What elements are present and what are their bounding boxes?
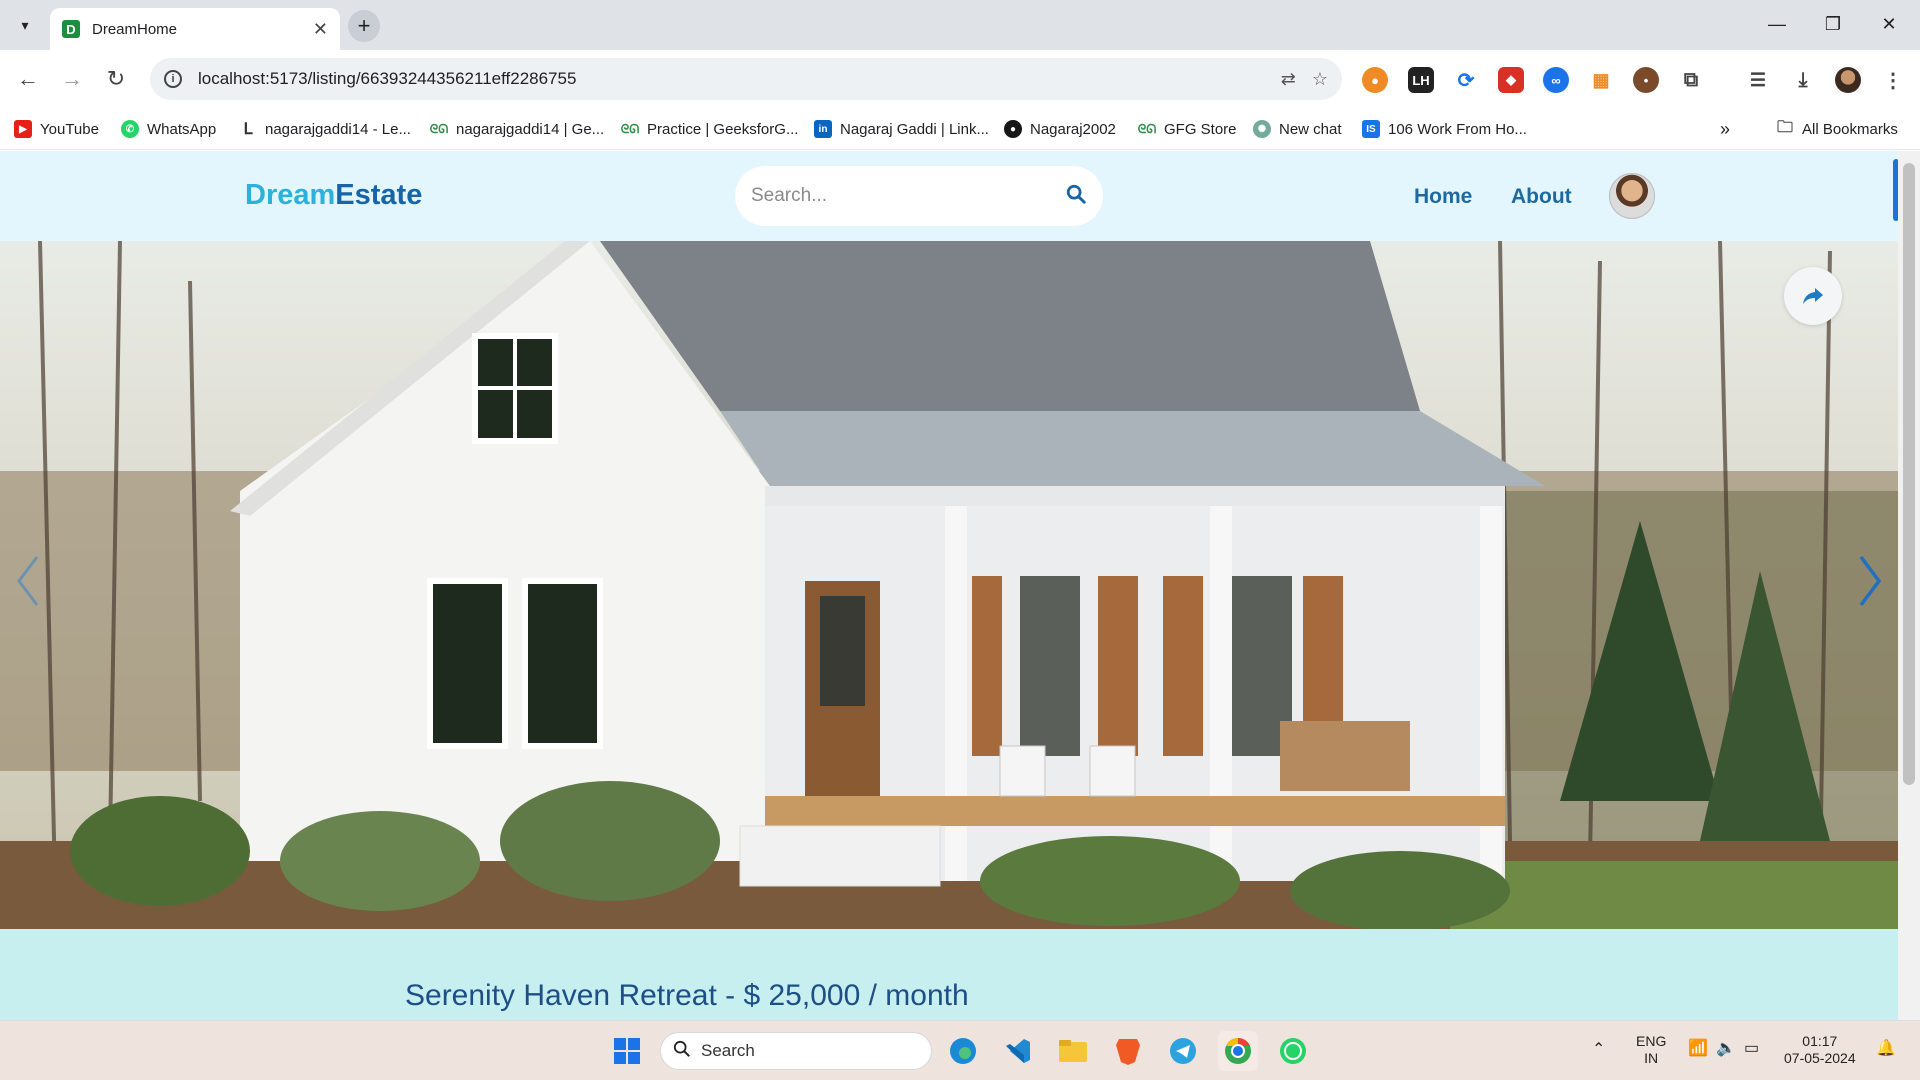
chevron-left-icon — [17, 556, 39, 606]
linkedin-icon: in — [814, 120, 832, 138]
nav-about-link[interactable]: About — [1511, 185, 1572, 209]
reading-list-icon[interactable]: ☰ — [1745, 67, 1771, 93]
scrollbar-thumb[interactable] — [1903, 163, 1915, 785]
bookmark-gfg-store[interactable]: ᘓᘏ GFG Store — [1138, 118, 1237, 140]
gfg-icon: ᘓᘏ — [429, 121, 449, 136]
close-tab-icon[interactable]: ✕ — [313, 19, 328, 40]
more-bookmarks-chevron-icon[interactable]: » — [1720, 118, 1730, 140]
whatsapp-icon: ✆ — [121, 120, 139, 138]
taskbar-search-label: Search — [701, 1041, 755, 1060]
tab-strip: ▾ D DreamHome ✕ + — ❐ ✕ — [0, 0, 1920, 50]
bookmark-new-chat[interactable]: ✺ New chat — [1253, 118, 1342, 140]
github-icon: ● — [1004, 120, 1022, 138]
url-text: localhost:5173/listing/66393244356211eff… — [198, 69, 577, 88]
leetcode-icon: ᒪ — [243, 121, 253, 138]
tab-search-chevron-icon[interactable]: ▾ — [12, 12, 38, 38]
chatgpt-icon: ✺ — [1253, 120, 1271, 138]
browser-toolbar: ← → ↻ i localhost:5173/listing/663932443… — [0, 50, 1920, 108]
file-explorer-icon[interactable] — [1053, 1031, 1093, 1071]
tab-dreamhome[interactable]: D DreamHome ✕ — [50, 8, 340, 50]
bookmark-leetcode[interactable]: ᒪ nagarajgaddi14 - Le... — [239, 118, 411, 140]
minimize-icon[interactable]: — — [1754, 8, 1800, 40]
volume-icon[interactable]: 🔈 — [1716, 1040, 1736, 1057]
search-input[interactable] — [751, 185, 1065, 207]
profile-avatar-icon[interactable] — [1835, 67, 1861, 93]
gfg-icon: ᘓᘏ — [1137, 121, 1157, 136]
telegram-icon[interactable] — [1163, 1031, 1203, 1071]
vscode-icon[interactable] — [998, 1031, 1038, 1071]
extension-red-icon[interactable]: ◆ — [1498, 67, 1524, 93]
folder-icon: 🗀 — [1776, 118, 1793, 136]
battery-icon[interactable]: ▭ — [1744, 1040, 1759, 1057]
search-icon — [673, 1040, 691, 1063]
nav-home-link[interactable]: Home — [1414, 185, 1472, 209]
edge-browser-icon[interactable] — [943, 1031, 983, 1071]
clock[interactable]: 01:17 07-05-2024 — [1784, 1033, 1856, 1067]
bookmark-gfg-practice[interactable]: ᘓᘏ Practice | GeeksforG... — [620, 118, 799, 140]
site-header: DreamEstate Home About — [0, 151, 1898, 241]
wifi-icon[interactable]: 📶 — [1688, 1040, 1708, 1057]
reload-icon[interactable]: ↻ — [100, 63, 132, 95]
user-avatar[interactable] — [1609, 173, 1655, 219]
extension-orange-icon[interactable]: ▦ — [1588, 67, 1614, 93]
gfg-icon: ᘓᘏ — [620, 121, 640, 136]
youtube-icon: ▶ — [14, 120, 32, 138]
language-indicator[interactable]: ENG IN — [1636, 1033, 1666, 1067]
back-icon[interactable]: ← — [12, 63, 44, 95]
extension-lh-icon[interactable]: LH — [1408, 67, 1434, 93]
windows-taskbar: Search ⌃ ENG IN 📶 🔈 ▭ 01:17 07-05-2024 🔔 — [0, 1020, 1920, 1080]
extensions-puzzle-icon[interactable]: ⧉ — [1678, 67, 1704, 93]
site-logo[interactable]: DreamEstate — [245, 179, 422, 212]
bookmark-github[interactable]: ● Nagaraj2002 — [1004, 118, 1116, 140]
restore-icon[interactable]: ❐ — [1810, 8, 1856, 40]
all-bookmarks-folder[interactable]: 🗀 All Bookmarks — [1776, 118, 1898, 140]
forward-icon[interactable]: → — [56, 63, 88, 95]
close-window-icon[interactable]: ✕ — [1866, 8, 1912, 40]
notification-bell-icon[interactable]: 🔔 — [1876, 1040, 1896, 1057]
site-icon: IS — [1362, 120, 1380, 138]
bookmark-youtube[interactable]: ▶ YouTube — [14, 118, 99, 140]
page-scrollbar[interactable] — [1898, 151, 1920, 1020]
carousel-next-button[interactable] — [1850, 551, 1890, 611]
bookmark-star-icon[interactable]: ☆ — [1312, 69, 1328, 90]
extension-icon[interactable]: ● — [1362, 67, 1388, 93]
tab-favicon: D — [62, 20, 80, 38]
share-arrow-icon — [1803, 288, 1823, 304]
search-icon[interactable] — [1065, 183, 1087, 210]
address-bar[interactable]: i localhost:5173/listing/66393244356211e… — [150, 58, 1342, 100]
tab-title: DreamHome — [92, 20, 178, 38]
bookmarks-bar: ▶ YouTube ✆ WhatsApp ᒪ nagarajgaddi14 - Le.… — [0, 108, 1920, 150]
brave-browser-icon[interactable] — [1108, 1031, 1148, 1071]
bookmark-gfg-profile[interactable]: ᘓᘏ nagarajgaddi14 | Ge... — [430, 118, 604, 140]
cookie-extension-icon[interactable]: • — [1633, 67, 1659, 93]
bookmark-linkedin[interactable]: in Nagaraj Gaddi | Link... — [814, 118, 989, 140]
start-windows-icon[interactable] — [607, 1031, 647, 1071]
chrome-icon[interactable] — [1218, 1031, 1258, 1071]
listing-image-carousel — [0, 241, 1898, 929]
taskbar-search-box[interactable]: Search — [660, 1032, 932, 1070]
download-icon[interactable]: ⤓ — [1790, 67, 1816, 93]
carousel-prev-button[interactable] — [8, 551, 48, 611]
site-info-icon[interactable]: i — [164, 70, 182, 88]
listing-title: Serenity Haven Retreat - $ 25,000 / mont… — [405, 979, 969, 1012]
whatsapp-icon[interactable] — [1273, 1031, 1313, 1071]
show-hidden-icons-chevron-icon[interactable]: ⌃ — [1592, 1041, 1605, 1058]
chevron-right-icon — [1859, 555, 1881, 607]
extension-blue-icon[interactable]: ∞ — [1543, 67, 1569, 93]
site-search-box — [735, 166, 1103, 226]
bookmark-work-from-home[interactable]: IS 106 Work From Ho... — [1362, 118, 1527, 140]
new-tab-button[interactable]: + — [348, 10, 380, 42]
sync-extension-icon[interactable]: ⟳ — [1453, 67, 1479, 93]
page-viewport: DreamEstate Home About — [0, 151, 1920, 1020]
house-photo — [0, 241, 1898, 929]
browser-menu-icon[interactable]: ⋮ — [1880, 67, 1906, 93]
bookmark-whatsapp[interactable]: ✆ WhatsApp — [121, 118, 216, 140]
share-button[interactable] — [1784, 267, 1842, 325]
translate-icon[interactable]: ⇄ — [1281, 69, 1296, 90]
